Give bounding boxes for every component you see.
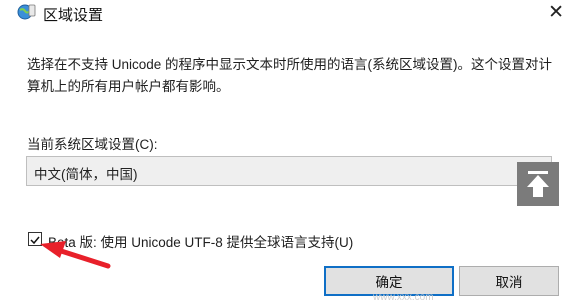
watermark: www.xxx.com [373,292,434,303]
locale-label: 当前系统区域设置(C): [27,137,158,152]
locale-value: 中文(简体，中国) [34,167,138,182]
scroll-to-top-button[interactable] [517,162,559,206]
cancel-button[interactable]: 取消 [459,266,559,296]
title-bar: 区域设置 ✕ [0,0,584,30]
red-arrow-annotation [40,241,111,269]
description-text: 选择在不支持 Unicode 的程序中显示文本时所使用的语言(系统区域设置)。这… [27,57,553,94]
beta-utf8-label: Beta 版: 使用 Unicode UTF-8 提供全球语言支持(U) [48,235,354,250]
locale-select[interactable]: 中文(简体，中国) [26,156,552,186]
beta-utf8-checkbox[interactable] [28,232,42,246]
globe-settings-icon [17,3,37,21]
close-button[interactable]: ✕ [548,1,564,24]
window-title: 区域设置 [43,7,104,24]
scroll-to-top-icon [527,171,549,197]
checkmark-icon [30,236,40,245]
